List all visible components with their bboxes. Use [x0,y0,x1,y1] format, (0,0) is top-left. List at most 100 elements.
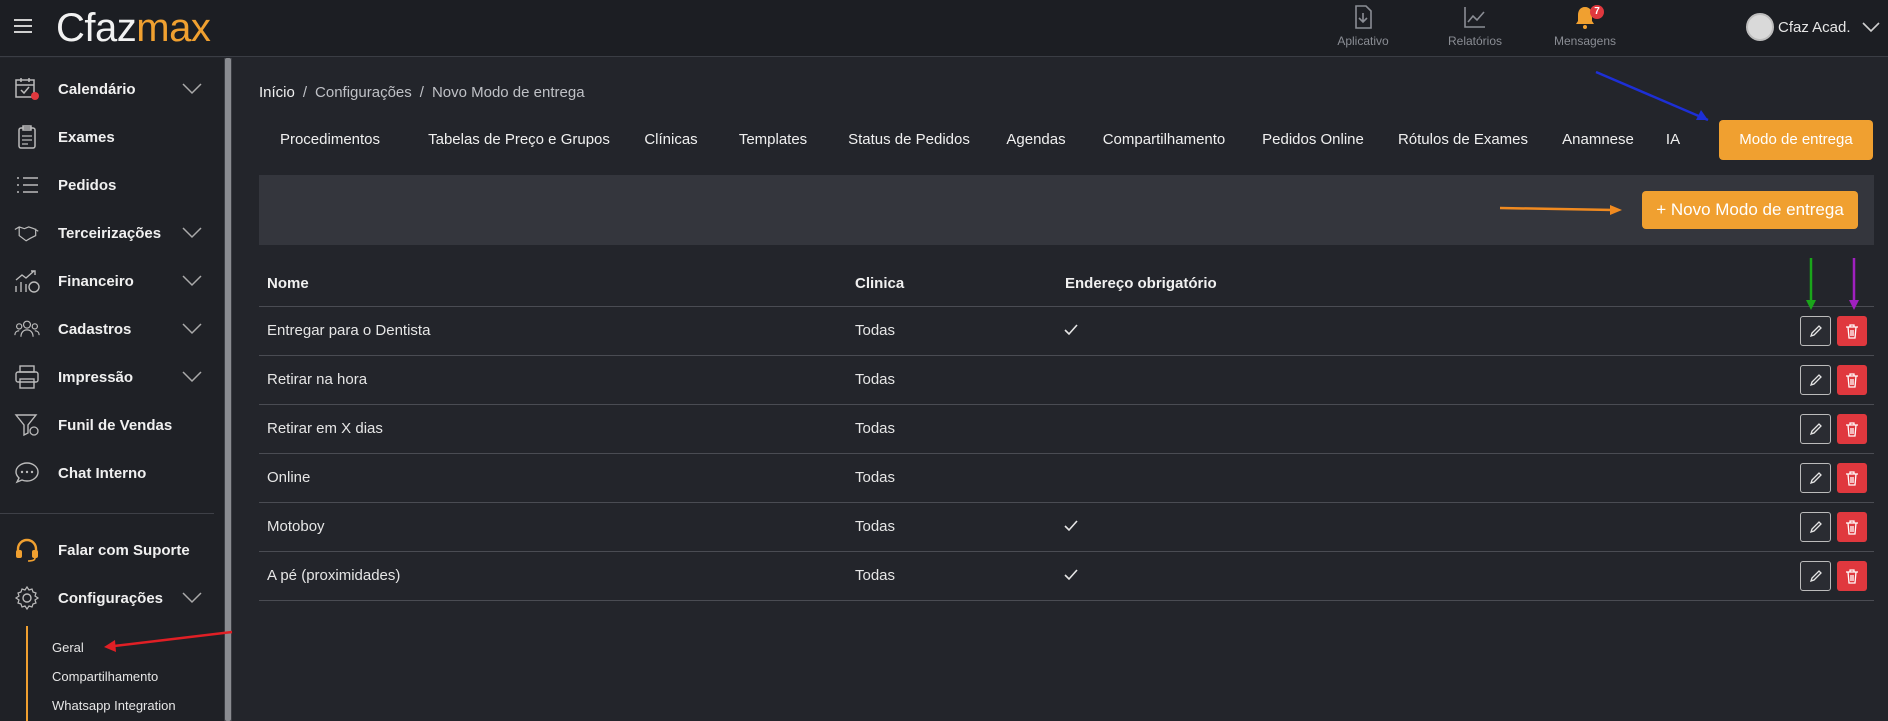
submenu-indicator [26,626,28,721]
pencil-icon [1809,423,1822,436]
topnav-aplicativo[interactable]: Aplicativo [1318,4,1408,48]
edit-button[interactable] [1800,512,1831,542]
topnav-label: Aplicativo [1337,34,1389,48]
table-row: Online Todas [259,454,1874,503]
user-name: Cfaz Acad. [1778,18,1851,36]
topnav-relatorios[interactable]: Relatórios [1430,4,1520,48]
new-delivery-mode-button[interactable]: + Novo Modo de entrega [1642,191,1858,229]
pencil-icon [1809,325,1822,338]
finance-icon [15,270,40,293]
sidebar-item-configuracoes[interactable]: Configurações [0,576,224,620]
edit-button[interactable] [1800,561,1831,591]
edit-button[interactable] [1800,414,1831,444]
tab-clinicas[interactable]: Clínicas [628,120,714,160]
tab-agendas[interactable]: Agendas [994,120,1078,160]
sidebar: Calendário Exames Pedidos Terceirizações… [0,58,224,721]
cell-nome: Retirar na hora [267,371,368,388]
delivery-modes-table: Nome Clinica Endereço obrigatório Entreg… [259,265,1874,601]
breadcrumb-current: Novo Modo de entrega [431,84,585,101]
sidebar-item-funil-de-vendas[interactable]: Funil de Vendas [0,403,224,447]
chevron-down-icon [182,323,202,335]
sidebar-item-impressao[interactable]: Impressão [0,355,224,399]
edit-button[interactable] [1800,463,1831,493]
funnel-icon [14,414,39,437]
tab-rotulos-de-exames[interactable]: Rótulos de Exames [1389,120,1537,160]
column-header-nome[interactable]: Nome [267,275,309,292]
users-icon [14,320,40,337]
sidebar-item-chat-interno[interactable]: Chat Interno [0,451,224,495]
tab-modo-de-entrega[interactable]: Modo de entrega [1719,120,1873,160]
annotation-arrow-orange [1499,205,1622,215]
tab-tabelas-de-preco[interactable]: Tabelas de Preço e Grupos [419,120,619,160]
table-row: Motoboy Todas [259,503,1874,552]
check-icon [1064,520,1078,532]
delete-button[interactable] [1837,414,1867,444]
sidebar-item-financeiro[interactable]: Financeiro [0,259,224,303]
sidebar-item-pedidos[interactable]: Pedidos [0,163,224,207]
calendar-icon [15,78,39,100]
logo-text-2: max [136,6,211,50]
sidebar-item-label: Funil de Vendas [58,416,173,434]
sidebar-item-label: Pedidos [58,176,117,194]
scrollbar-thumb[interactable] [225,58,231,721]
column-header-endereco[interactable]: Endereço obrigatório [1065,275,1217,292]
logo-text-1: Cfaz [56,6,137,50]
notification-badge: 7 [1590,5,1604,19]
tab-ia[interactable]: IA [1657,120,1689,160]
sidebar-scrollbar[interactable] [224,58,232,721]
trash-icon [1846,568,1858,584]
cell-clinica: Todas [855,420,896,437]
table-body: Entregar para o Dentista Todas Retirar na … [259,307,1874,601]
tab-anamnese[interactable]: Anamnese [1551,120,1645,160]
tab-pedidos-online[interactable]: Pedidos Online [1251,120,1375,160]
user-menu[interactable]: Cfaz Acad. [1746,13,1881,41]
sidebar-subitem-whatsapp[interactable]: Whatsapp Integration [52,698,176,713]
edit-button[interactable] [1800,316,1831,346]
sidebar-item-falar-com-suporte[interactable]: Falar com Suporte [0,528,224,572]
delete-button[interactable] [1837,365,1867,395]
sidebar-divider [0,513,214,514]
sidebar-item-calendario[interactable]: Calendário [0,67,224,111]
sidebar-item-label: Impressão [58,368,134,386]
annotation-arrow-green [1806,258,1816,310]
avatar [1746,13,1774,41]
pencil-icon [1809,570,1822,583]
tab-status-de-pedidos[interactable]: Status de Pedidos [836,120,982,160]
annotation-arrow-blue [1595,70,1709,122]
topnav-mensagens[interactable]: 7 Mensagens [1540,4,1630,48]
delete-button[interactable] [1837,316,1867,346]
breadcrumb-inicio[interactable]: Início [259,84,295,101]
table-row: Retirar na hora Todas [259,356,1874,405]
check-icon [1064,569,1078,581]
cell-clinica: Todas [855,469,896,486]
trash-icon [1846,323,1858,339]
cell-nome: Entregar para o Dentista [267,322,431,339]
tab-templates[interactable]: Templates [723,120,823,160]
table-row: A pé (proximidades) Todas [259,552,1874,601]
tab-compartilhamento[interactable]: Compartilhamento [1091,120,1237,160]
sidebar-item-label: Configurações [58,589,164,607]
sidebar-item-label: Cadastros [58,320,132,338]
sidebar-item-exames[interactable]: Exames [0,115,224,159]
menu-toggle-icon[interactable] [14,19,32,33]
pencil-icon [1809,374,1822,387]
edit-button[interactable] [1800,365,1831,395]
delete-button[interactable] [1837,512,1867,542]
column-header-clinica[interactable]: Clinica [855,275,904,292]
breadcrumb-configuracoes[interactable]: Configurações [315,84,412,101]
check-icon [1064,324,1078,336]
sidebar-item-cadastros[interactable]: Cadastros [0,307,224,351]
sidebar-item-terceirizacoes[interactable]: Terceirizações [0,211,224,255]
delete-button[interactable] [1837,463,1867,493]
annotation-arrow-red [104,630,233,652]
sidebar-item-label: Calendário [58,80,136,98]
delete-button[interactable] [1837,561,1867,591]
sidebar-subitem-geral[interactable]: Geral [52,640,84,655]
sidebar-subitem-compartilhamento[interactable]: Compartilhamento [52,669,158,684]
handshake-icon [14,226,39,242]
cell-clinica: Todas [855,322,896,339]
cell-clinica: Todas [855,518,896,535]
tab-procedimentos[interactable]: Procedimentos [259,120,401,160]
app-logo[interactable]: Cfazmax [56,6,211,51]
printer-icon [15,365,39,389]
